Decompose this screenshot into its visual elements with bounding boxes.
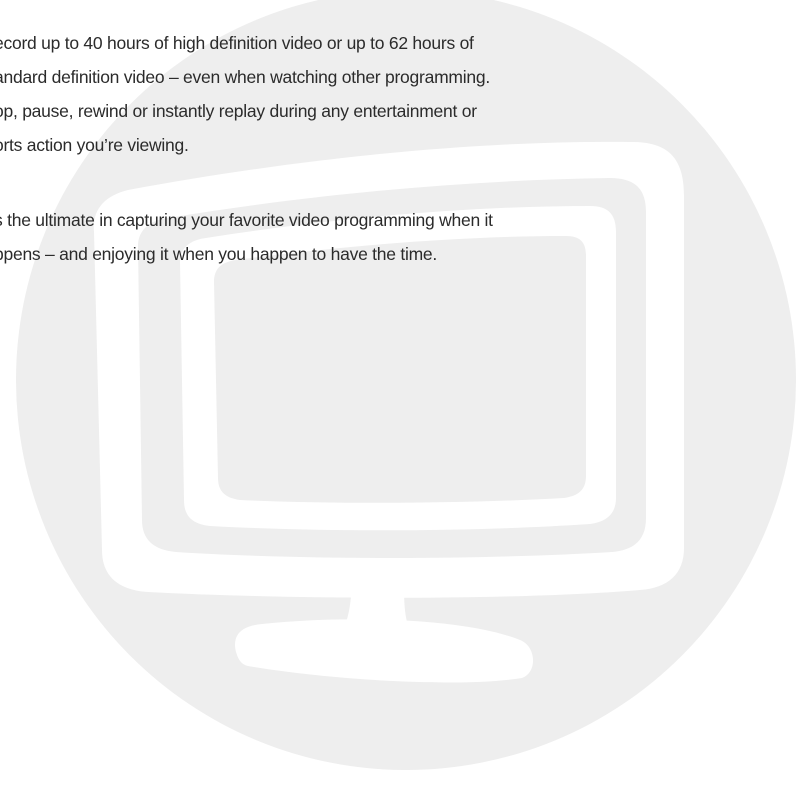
text-line: ecord up to 40 hours of high definition … bbox=[0, 33, 474, 53]
text-line: op, pause, rewind or instantly replay du… bbox=[0, 101, 477, 121]
text-line: andard definition video – even when watc… bbox=[0, 67, 490, 87]
text-line: ppens – and enjoying it when you happen … bbox=[0, 244, 438, 264]
paragraph-ultimate-capture: s the ultimate in capturing your favorit… bbox=[0, 203, 493, 271]
paragraph-recording-features: ecord up to 40 hours of high definition … bbox=[0, 26, 490, 162]
text-line: s the ultimate in capturing your favorit… bbox=[0, 210, 493, 230]
text-line: orts action you’re viewing. bbox=[0, 135, 189, 155]
text-content: ecord up to 40 hours of high definition … bbox=[0, 0, 798, 785]
